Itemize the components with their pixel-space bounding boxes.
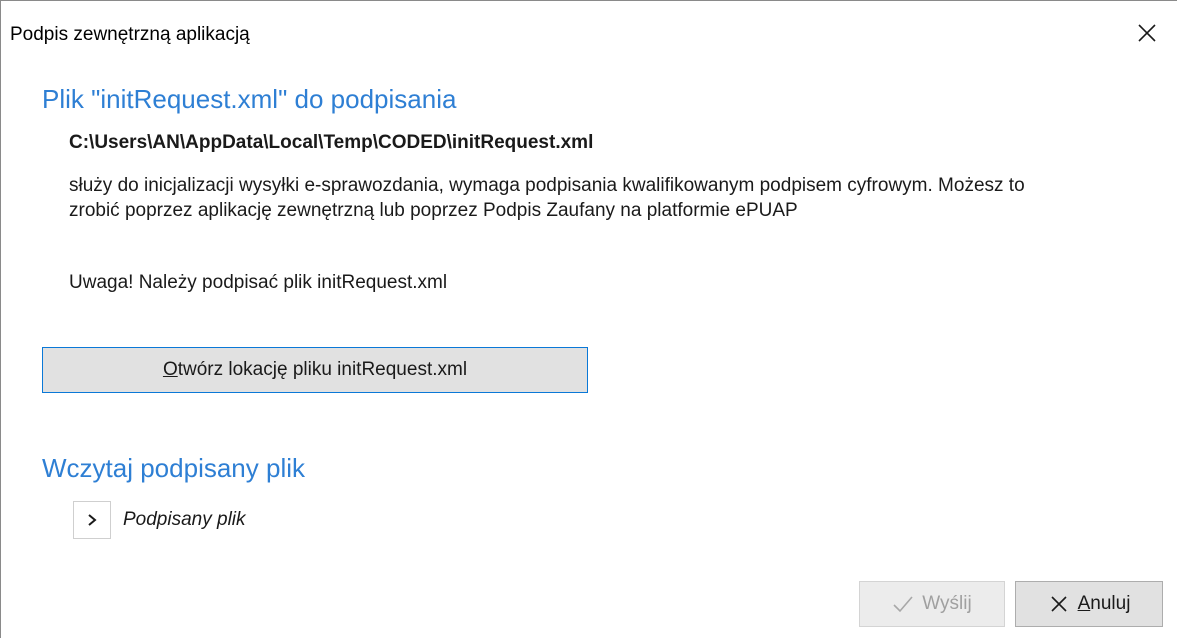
dialog-title: Podpis zewnętrzną aplikacją [10,24,250,45]
cancel-button[interactable]: Anuluj [1015,581,1163,627]
signed-file-expander-toggle[interactable] [73,501,111,539]
dialog-window: Podpis zewnętrzną aplikacją Plik "initRe… [0,0,1177,638]
file-description: służy do inicjalizacji wysyłki e-sprawoz… [69,175,1025,221]
close-icon [1138,24,1156,42]
load-section-heading: Wczytaj podpisany plik [42,453,305,483]
x-icon [1051,596,1067,612]
close-button[interactable] [1117,1,1177,65]
open-file-location-button[interactable]: Otwórz lokację pliku initRequest.xml [42,347,588,393]
signed-file-expander-label[interactable]: Podpisany plik [123,509,246,531]
open-button-mnemonic: O [162,359,178,380]
send-button[interactable]: Wyślij [859,581,1005,627]
file-section-heading: Plik "initRequest.xml" do podpisania [42,84,457,114]
chevron-right-icon [88,514,97,526]
open-button-label: twórz lokację pliku initRequest.xml [177,359,468,380]
send-button-label: Wyślij [922,593,972,614]
title-bar: Podpis zewnętrzną aplikacją [1,1,1177,65]
checkmark-icon [893,596,913,613]
warning-text: Uwaga! Należy podpisać plik initRequest.… [69,272,448,293]
file-path: C:\Users\AN\AppData\Local\Temp\CODED\ini… [69,132,594,153]
cancel-button-label: Anuluj [1077,593,1131,614]
